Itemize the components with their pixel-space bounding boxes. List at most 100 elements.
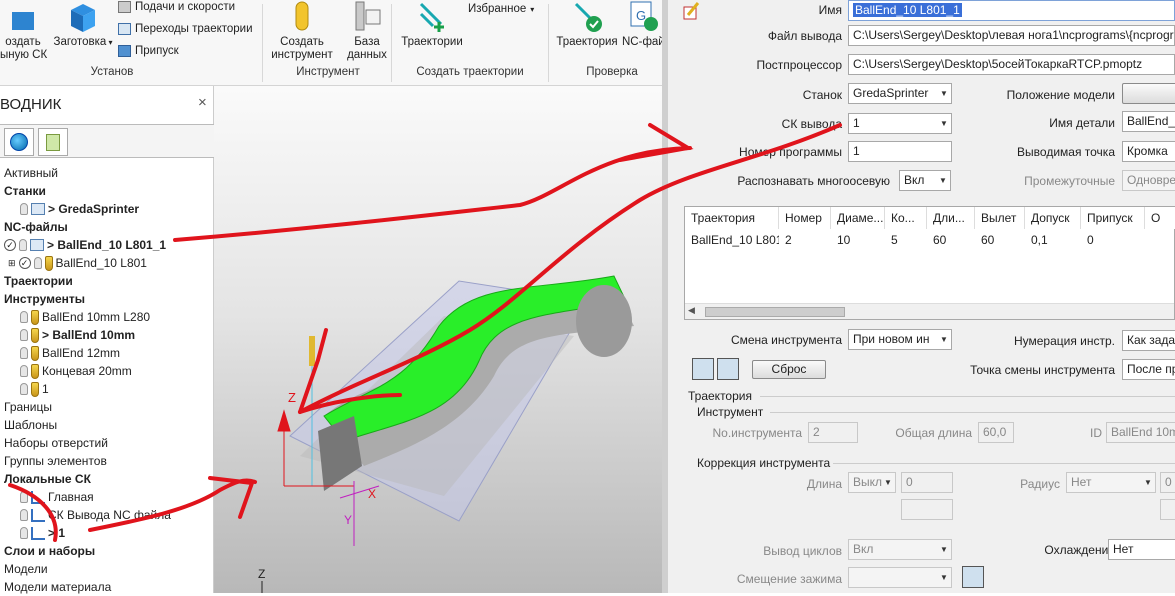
table-row[interactable]: BallEnd_10 L801 2 10 5 60 60 0,1 0: [685, 207, 1174, 251]
tool-change-label: Смена инструмента: [730, 333, 842, 347]
tree-item[interactable]: BallEnd 10mm L280: [20, 308, 150, 326]
length-select[interactable]: Выкл ▼: [848, 472, 896, 493]
clamp-offset-icon[interactable]: [962, 566, 984, 588]
machine-label: Станок: [802, 88, 842, 102]
tree-item[interactable]: ⊞ ✓ BallEnd_10 L801: [8, 254, 147, 272]
light-bulb-icon[interactable]: [20, 329, 28, 341]
id-field[interactable]: BallEnd 10m: [1106, 422, 1175, 443]
machine-select[interactable]: GredaSprinter ▼: [848, 83, 952, 104]
tree-item[interactable]: Слои и наборы: [4, 542, 95, 560]
light-bulb-icon[interactable]: [20, 509, 28, 521]
tree-item-label: 1: [42, 382, 49, 396]
light-bulb-icon[interactable]: [20, 311, 28, 323]
model-view: Z X Y Z: [258, 275, 634, 593]
light-bulb-icon[interactable]: [20, 203, 28, 215]
tree-item[interactable]: 1: [20, 380, 49, 398]
intermediate-select[interactable]: Одновре: [1122, 170, 1175, 191]
create-cs-button[interactable]: оздать ыную СК: [0, 8, 47, 64]
tree-item[interactable]: Концевая 20mm: [20, 362, 132, 380]
radius-value-field[interactable]: 0: [1160, 472, 1175, 493]
output-file-field[interactable]: C:\Users\Sergey\Desktop\левая нога1\ncpr…: [848, 25, 1175, 46]
tree-item[interactable]: СК Вывода NC файла: [20, 506, 171, 524]
reset-button[interactable]: Сброс: [752, 360, 826, 379]
tree-item[interactable]: Траектории: [4, 272, 73, 290]
overall-length-field[interactable]: 60,0: [978, 422, 1014, 443]
database-button[interactable]: База данных: [344, 0, 390, 62]
tree-item[interactable]: > GredaSprinter: [20, 200, 139, 218]
workpiece-button[interactable]: Заготовка ▾: [52, 0, 114, 56]
feeds-speeds-button[interactable]: Подачи и скорости: [118, 1, 235, 13]
output-cs-select[interactable]: 1 ▼: [848, 113, 952, 134]
light-bulb-icon[interactable]: [20, 383, 28, 395]
tree-item[interactable]: Инструменты: [4, 290, 85, 308]
scrollbar-thumb[interactable]: [705, 307, 845, 317]
tree-item[interactable]: Наборы отверстий: [4, 434, 108, 452]
light-bulb-icon[interactable]: [33, 257, 42, 269]
tree-item[interactable]: Модели материала: [4, 578, 111, 596]
light-bulb-icon[interactable]: [20, 491, 28, 503]
coolant-select[interactable]: Нет: [1108, 539, 1175, 560]
tree-item[interactable]: Станки: [4, 182, 46, 200]
tree-item[interactable]: NC-файлы: [4, 218, 68, 236]
model-position-button[interactable]: [1122, 83, 1175, 104]
light-bulb-icon[interactable]: [20, 347, 28, 359]
id-label: ID: [1090, 426, 1102, 440]
horizontal-scrollbar[interactable]: ◀: [685, 303, 1174, 319]
grid-icon[interactable]: [692, 358, 714, 380]
check-icon[interactable]: ✓: [18, 257, 31, 269]
check-toolpath-button[interactable]: Траектория: [552, 0, 622, 56]
multiaxis-select[interactable]: Вкл ▼: [899, 170, 951, 191]
program-number-field[interactable]: 1: [848, 141, 952, 162]
tree-item[interactable]: Главная: [20, 488, 94, 506]
grid-edit-icon[interactable]: [717, 358, 739, 380]
tree-item[interactable]: Границы: [4, 398, 52, 416]
tree-item[interactable]: ✓ > BallEnd_10 L801_1: [4, 236, 166, 254]
scroll-left-icon[interactable]: ◀: [688, 305, 695, 316]
light-bulb-icon[interactable]: [20, 527, 28, 539]
toolpath-transitions-button[interactable]: Переходы траектории: [118, 23, 253, 35]
length-value-field[interactable]: 0: [901, 472, 953, 493]
view-cube-z-label: Z: [258, 567, 265, 581]
intermediate-label: Промежуточные: [1024, 174, 1115, 188]
radius-select[interactable]: Нет ▼: [1066, 472, 1156, 493]
close-icon[interactable]: ×: [198, 94, 207, 111]
tool-icon: [31, 327, 39, 343]
tree-item[interactable]: Модели: [4, 560, 48, 578]
tree-item[interactable]: Группы элементов: [4, 452, 107, 470]
recycle-bin-icon[interactable]: [38, 128, 68, 156]
length-extra-field[interactable]: [901, 499, 953, 520]
radius-extra-field[interactable]: [1160, 499, 1175, 520]
tool-number-field[interactable]: 2: [808, 422, 858, 443]
create-tool-button[interactable]: Создать инструмент: [266, 0, 338, 62]
light-bulb-icon[interactable]: [19, 239, 27, 251]
name-field[interactable]: BallEnd_10 L801_1: [848, 0, 1175, 21]
cycle-output-select[interactable]: Вкл ▼: [848, 539, 952, 560]
tree-item[interactable]: Шаблоны: [4, 416, 57, 434]
group-tool: Инструмент: [296, 66, 360, 78]
globe-icon[interactable]: [4, 128, 34, 156]
clamp-offset-select[interactable]: ▼: [848, 567, 952, 588]
output-point-select[interactable]: Кромка: [1122, 141, 1175, 162]
tree-item[interactable]: > 1: [20, 524, 65, 542]
tree-item[interactable]: Активный: [4, 164, 58, 182]
tool-change-point-select[interactable]: После пр: [1122, 359, 1175, 380]
tree-item[interactable]: BallEnd 12mm: [20, 344, 120, 362]
tool-change-select[interactable]: При новом ин ▼: [848, 329, 952, 350]
toolpaths-button[interactable]: Траектории: [396, 0, 468, 56]
output-point-label: Выводимая точка: [1017, 145, 1115, 159]
expand-icon[interactable]: ⊞: [8, 258, 16, 269]
tree-item[interactable]: Локальные СК: [4, 470, 91, 488]
light-bulb-icon[interactable]: [20, 365, 28, 377]
allowance-button[interactable]: Припуск: [118, 45, 179, 57]
table-cell: 60: [933, 233, 947, 247]
3d-viewport[interactable]: Z X Y Z: [214, 86, 662, 593]
tree-item[interactable]: > BallEnd 10mm: [20, 326, 135, 344]
postprocessor-field[interactable]: C:\Users\Sergey\Desktop\5осейТокаркаRTCP…: [848, 54, 1175, 75]
part-name-field[interactable]: BallEnd_1: [1122, 111, 1175, 132]
check-icon[interactable]: ✓: [4, 239, 16, 251]
tree-item-label: Главная: [48, 490, 94, 504]
tool-numbering-select[interactable]: Как задан: [1122, 330, 1175, 351]
favorites-dropdown[interactable]: Избранное ▾: [468, 3, 534, 15]
nc-files-button[interactable]: G NC-файл: [622, 0, 671, 56]
table-cell: 10: [837, 233, 851, 247]
